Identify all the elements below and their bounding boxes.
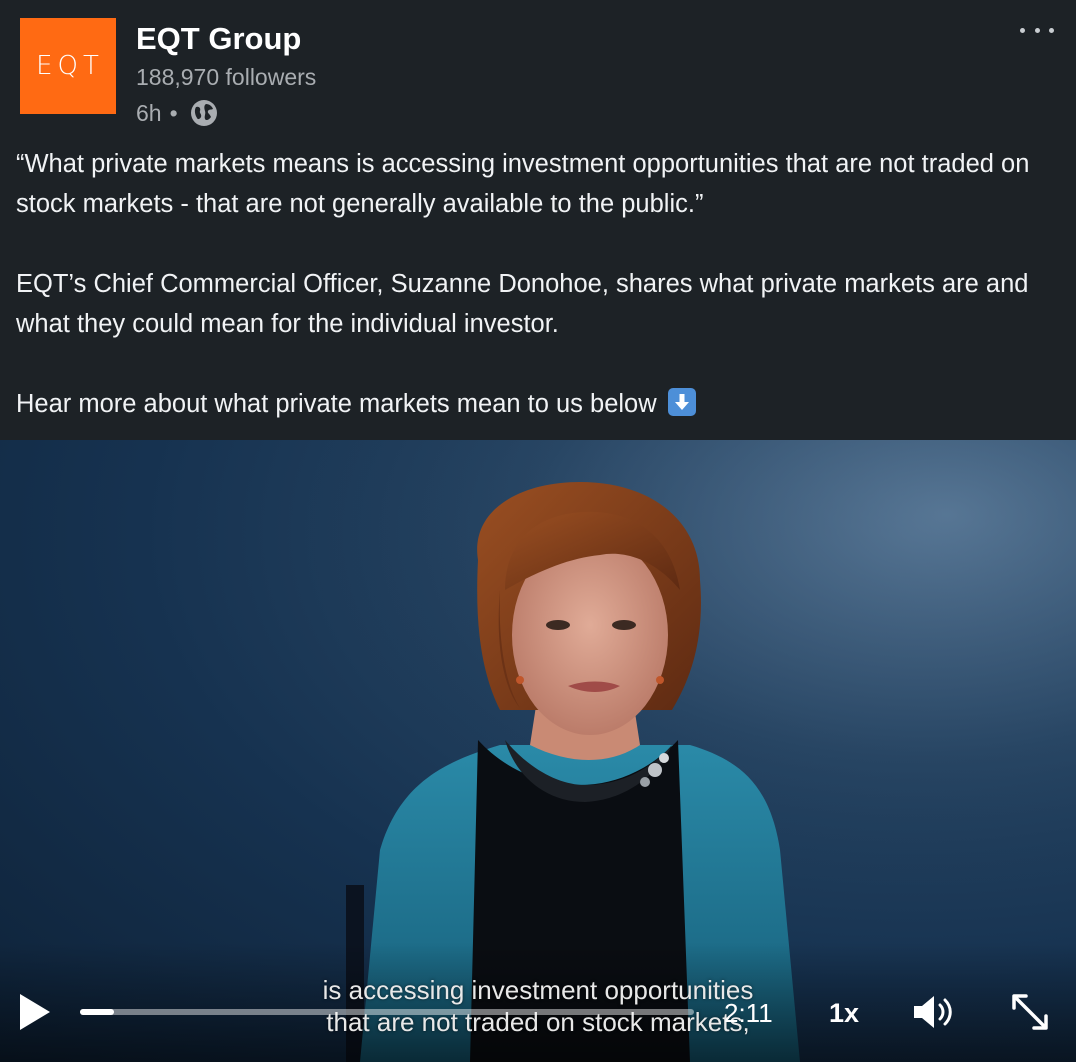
ellipsis-icon	[1049, 27, 1054, 33]
video-player[interactable]: is accessing investment opportunities th…	[0, 440, 1076, 1062]
time-remaining: 2:11	[724, 998, 773, 1028]
playback-speed-button[interactable]: 1x	[829, 997, 859, 1029]
ellipsis-icon	[1020, 27, 1025, 33]
ellipsis-icon	[1034, 27, 1040, 33]
company-name[interactable]: EQT Group	[136, 20, 301, 58]
post-header: EQT EQT Group 188,970 followers 6h •	[0, 0, 1076, 140]
post-time: 6h	[136, 100, 162, 126]
logo-wordmark: EQT	[36, 51, 104, 81]
fullscreen-button[interactable]	[1010, 992, 1050, 1032]
video-progress-bar[interactable]	[80, 1009, 694, 1015]
progress-fill	[80, 1009, 114, 1015]
feed-post: EQT EQT Group 188,970 followers 6h • “Wh…	[0, 0, 1076, 1062]
volume-icon	[914, 996, 952, 1028]
post-paragraph: “What private markets means is accessing…	[16, 150, 1030, 218]
post-paragraph: EQT’s Chief Commercial Officer, Suzanne …	[16, 270, 1029, 338]
more-options-button[interactable]	[1020, 20, 1054, 40]
play-icon	[20, 994, 50, 1030]
volume-button[interactable]	[912, 992, 956, 1032]
post-commentary: “What private markets means is accessing…	[16, 144, 1066, 464]
follower-count: 188,970 followers	[136, 64, 317, 90]
fullscreen-icon	[1012, 994, 1048, 1030]
post-paragraph-last: Hear more about what private markets mea…	[16, 384, 1066, 424]
post-meta: 6h •	[136, 98, 218, 128]
down-arrow-emoji-icon	[667, 388, 696, 416]
post-paragraph-text: Hear more about what private markets mea…	[16, 390, 657, 418]
company-logo[interactable]: EQT	[20, 18, 116, 114]
play-button[interactable]	[18, 992, 52, 1032]
globe-icon	[190, 99, 218, 127]
meta-separator: •	[169, 100, 178, 126]
